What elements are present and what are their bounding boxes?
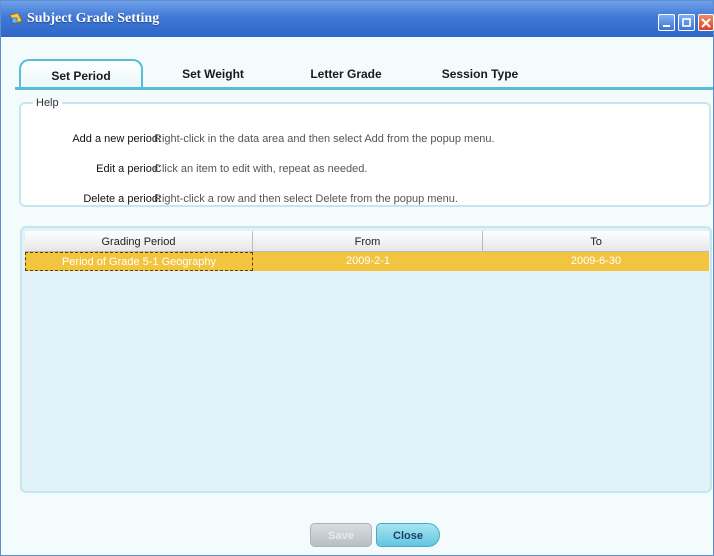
column-header-from[interactable]: From <box>253 231 483 251</box>
maximize-icon <box>682 18 691 27</box>
help-label: Delete a period: <box>83 193 161 205</box>
app-icon <box>9 12 23 26</box>
help-label: Add a new period: <box>72 133 161 145</box>
cell-grading-period[interactable]: Period of Grade 5-1 Geography <box>25 252 253 271</box>
window-title: Subject Grade Setting <box>27 11 160 26</box>
help-legend: Help <box>36 97 59 109</box>
tab-bar: Set Period Set Weight Letter Grade Sessi… <box>15 59 713 90</box>
subject-grade-setting-window: Subject Grade Setting Set Period Set Wei… <box>0 0 714 556</box>
close-icon <box>701 18 711 28</box>
cell-to[interactable]: 2009-6-30 <box>483 252 709 271</box>
column-header-grading-period[interactable]: Grading Period <box>25 231 253 251</box>
table-row[interactable]: Period of Grade 5-1 Geography 2009-2-1 2… <box>25 252 709 271</box>
help-row: Add a new period: Right-click in the dat… <box>21 133 711 149</box>
help-row: Edit a period: Click an item to edit wit… <box>21 163 711 179</box>
cell-from[interactable]: 2009-2-1 <box>253 252 483 271</box>
close-button[interactable]: Close <box>376 523 440 547</box>
save-button[interactable]: Save <box>310 523 372 547</box>
help-text: Click an item to edit with, repeat as ne… <box>154 163 368 175</box>
tab-letter-grade[interactable]: Letter Grade <box>291 59 401 87</box>
help-text: Right-click in the data area and then se… <box>154 133 495 145</box>
help-row: Delete a period: Right-click a row and t… <box>21 193 711 209</box>
grading-period-table[interactable]: Grading Period From To Period of Grade 5… <box>20 226 712 493</box>
tab-set-period[interactable]: Set Period <box>19 59 143 90</box>
tab-set-weight[interactable]: Set Weight <box>161 59 265 87</box>
minimize-button[interactable] <box>658 14 675 31</box>
help-panel: Help Add a new period: Right-click in th… <box>19 97 711 207</box>
title-bar[interactable]: Subject Grade Setting <box>1 1 714 37</box>
help-label: Edit a period: <box>96 163 161 175</box>
table-header: Grading Period From To <box>25 231 709 252</box>
minimize-icon <box>663 25 670 27</box>
help-text: Right-click a row and then select Delete… <box>154 193 458 205</box>
maximize-button[interactable] <box>678 14 695 31</box>
close-window-button[interactable] <box>698 14 714 31</box>
tab-session-type[interactable]: Session Type <box>425 59 535 87</box>
tab-underline <box>15 87 713 90</box>
column-header-to[interactable]: To <box>483 231 709 251</box>
